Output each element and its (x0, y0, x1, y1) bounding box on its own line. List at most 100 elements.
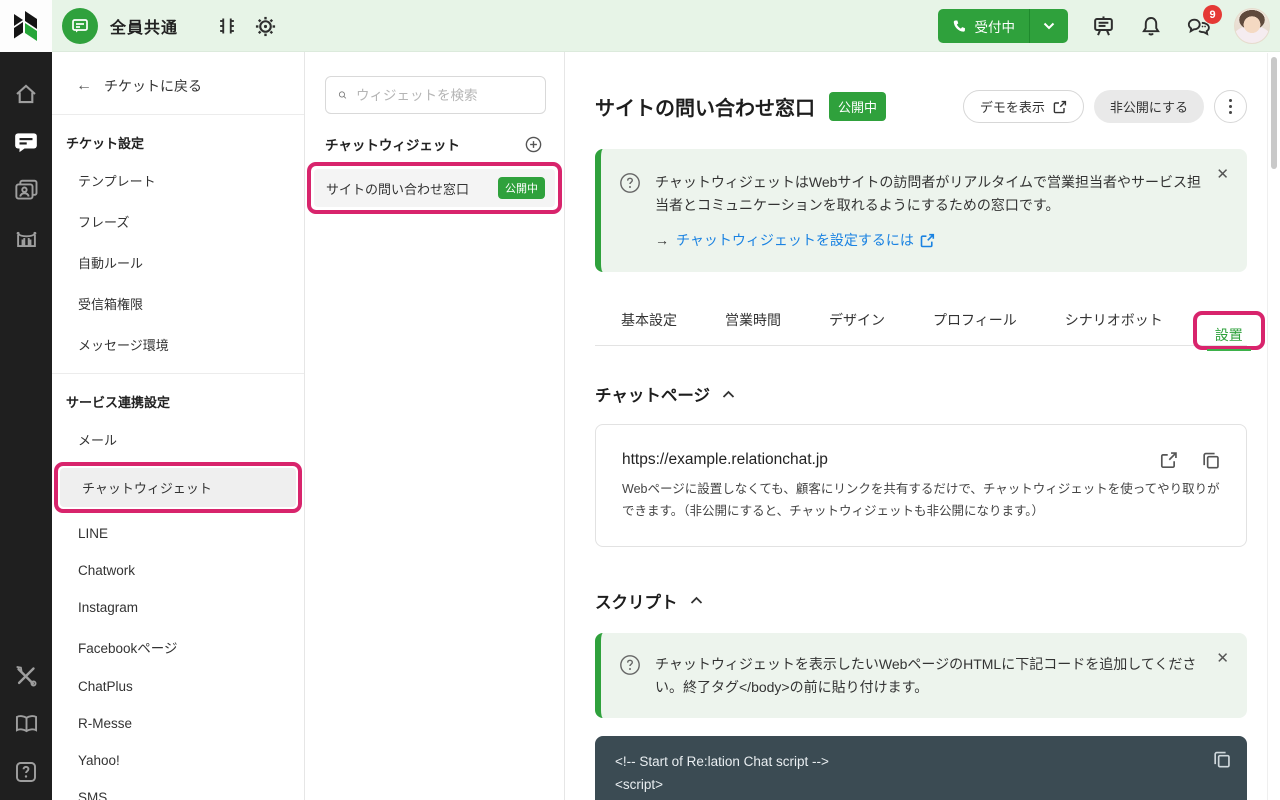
setup-guide-link[interactable]: チャットウィジェットを設定するには (676, 230, 935, 250)
close-icon[interactable]: ✕ (1216, 167, 1229, 182)
external-link-icon (920, 233, 935, 248)
copy-url-button[interactable] (1202, 451, 1220, 469)
nav-item-chatwork[interactable]: Chatwork (52, 552, 304, 589)
sidebar-guide-book-icon[interactable] (6, 704, 46, 744)
nav-item-template[interactable]: テンプレート (52, 160, 304, 201)
nav-item-sms[interactable]: SMS (52, 779, 304, 800)
nav-item-phrases[interactable]: フレーズ (52, 201, 304, 242)
messages-icon[interactable]: 9 (1186, 13, 1212, 39)
tab-business-hours[interactable]: 営業時間 (723, 310, 783, 345)
topbar: 全員共通 (0, 0, 1280, 52)
nav-section-ticket-settings: チケット設定 (52, 115, 304, 160)
chat-page-url: https://example.relationchat.jp (622, 451, 828, 469)
settings-gear-icon[interactable] (252, 13, 278, 39)
status-split-button[interactable]: 受付中 (938, 9, 1069, 43)
more-options-button[interactable] (1214, 90, 1247, 123)
plus-circle-icon (525, 136, 542, 153)
nav-item-chat-widget[interactable]: チャットウィジェット (60, 468, 296, 507)
open-url-button[interactable] (1160, 451, 1178, 469)
nav-item-inbox-permissions[interactable]: 受信箱権限 (52, 283, 304, 324)
page-title: サイトの問い合わせ窓口 (595, 92, 815, 121)
chat-page-url-card: https://example.relationchat.jp Webページに設… (595, 424, 1247, 547)
widget-list-item[interactable]: サイトの問い合わせ窓口 公開中 (314, 169, 555, 207)
nav-item-chatplus[interactable]: ChatPlus (52, 668, 304, 705)
published-status-badge: 公開中 (829, 92, 886, 121)
back-to-tickets-link[interactable]: ← チケットに戻る (52, 52, 304, 114)
sidebar-help-icon[interactable] (6, 752, 46, 792)
scrollbar-track (1267, 53, 1280, 800)
back-arrow-icon: ← (76, 77, 92, 95)
help-circle-icon (619, 654, 641, 676)
external-link-icon (1053, 100, 1067, 114)
back-label: チケットに戻る (104, 76, 202, 96)
announcement-board-icon[interactable] (1090, 13, 1116, 39)
annotation-highlight-install-tab: 設置 (1193, 311, 1265, 350)
settings-nav-panel: ← チケットに戻る チケット設定 テンプレート フレーズ 自動ルール 受信箱権限… (52, 52, 305, 800)
sidebar-home-icon[interactable] (6, 74, 46, 114)
widget-list-panel: チャットウィジェット サイトの問い合わせ窓口 公開中 (305, 52, 565, 800)
status-button-label: 受付中 (975, 16, 1016, 36)
search-icon (338, 87, 347, 103)
widget-list-title: チャットウィジェット (325, 134, 460, 154)
sidebar-tickets-icon[interactable] (6, 122, 46, 162)
scrollbar-thumb[interactable] (1271, 57, 1277, 169)
sidebar-tools-icon[interactable] (6, 656, 46, 696)
notifications-bell-icon[interactable] (1138, 13, 1164, 39)
tab-design[interactable]: デザイン (827, 310, 887, 345)
chevron-up-icon (690, 596, 703, 605)
nav-item-message-env[interactable]: メッセージ環境 (52, 324, 304, 365)
copy-icon (1202, 451, 1220, 469)
nav-section-service-integrations: サービス連携設定 (52, 374, 304, 419)
main-content: サイトの問い合わせ窓口 公開中 デモを表示 非公開にする チャットウィジェットは… (565, 52, 1267, 800)
tab-profile[interactable]: プロフィール (931, 310, 1019, 345)
copy-code-button[interactable] (1213, 750, 1231, 768)
sidebar-contacts-icon[interactable] (6, 170, 46, 210)
label-settings-icon[interactable] (214, 13, 240, 39)
chat-page-description: Webページに設置しなくても、顧客にリンクを共有するだけで、チャットウィジェット… (622, 479, 1220, 522)
widget-name: サイトの問い合わせ窓口 (326, 179, 469, 198)
widget-search-input[interactable] (356, 88, 533, 103)
code-line: <script> (615, 774, 1227, 796)
script-callout-text: チャットウィジェットを表示したいWebページのHTMLに下記コードを追加してくだ… (655, 653, 1201, 698)
app-logo[interactable] (0, 0, 52, 52)
app-sidebar (0, 52, 52, 800)
workspace-chat-icon[interactable] (62, 8, 98, 44)
script-section-header[interactable]: スクリプト (595, 589, 1247, 613)
tab-install[interactable]: 設置 (1213, 327, 1245, 356)
add-widget-button[interactable] (525, 136, 542, 153)
close-icon[interactable]: ✕ (1216, 651, 1229, 666)
notification-count-badge: 9 (1203, 5, 1222, 24)
chevron-up-icon (722, 390, 735, 399)
unpublish-button[interactable]: 非公開にする (1094, 90, 1204, 123)
nav-item-facebook-page[interactable]: Facebookページ (52, 626, 304, 668)
nav-item-r-messe[interactable]: R-Messe (52, 705, 304, 742)
code-line: window.relationChatWidget = { (615, 796, 1227, 800)
embed-code-block: <!-- Start of Re:lation Chat script --> … (595, 736, 1247, 800)
code-line: <!-- Start of Re:lation Chat script --> (615, 751, 1227, 773)
annotation-highlight-widget-item: サイトの問い合わせ窓口 公開中 (307, 162, 562, 214)
widget-published-badge: 公開中 (498, 177, 545, 199)
nav-item-instagram[interactable]: Instagram (52, 589, 304, 626)
tab-basic-settings[interactable]: 基本設定 (619, 310, 679, 345)
script-section-title: スクリプト (595, 589, 678, 613)
copy-icon (1213, 750, 1231, 768)
workspace-name: 全員共通 (110, 14, 178, 38)
external-link-icon (1160, 451, 1178, 469)
nav-item-yahoo[interactable]: Yahoo! (52, 742, 304, 779)
intro-callout: チャットウィジェットはWebサイトの訪問者がリアルタイムで営業担当者やサービス担… (595, 149, 1247, 272)
nav-item-mail[interactable]: メール (52, 419, 304, 460)
status-dropdown-caret[interactable] (1030, 9, 1068, 43)
nav-item-line[interactable]: LINE (52, 515, 304, 552)
chat-page-section-header[interactable]: チャットページ (595, 382, 1247, 406)
show-demo-button[interactable]: デモを表示 (963, 90, 1084, 123)
chat-page-section-title: チャットページ (595, 382, 710, 406)
tab-scenario-bot[interactable]: シナリオボット (1063, 310, 1165, 345)
phone-icon (952, 19, 967, 34)
user-avatar[interactable] (1234, 8, 1270, 44)
help-circle-icon (619, 172, 641, 194)
sidebar-analytics-icon[interactable] (6, 218, 46, 258)
nav-item-auto-rules[interactable]: 自動ルール (52, 242, 304, 283)
widget-search-box[interactable] (325, 76, 546, 114)
settings-tabs: 基本設定 営業時間 デザイン プロフィール シナリオボット 設置 (595, 302, 1247, 346)
script-callout: チャットウィジェットを表示したいWebページのHTMLに下記コードを追加してくだ… (595, 633, 1247, 718)
